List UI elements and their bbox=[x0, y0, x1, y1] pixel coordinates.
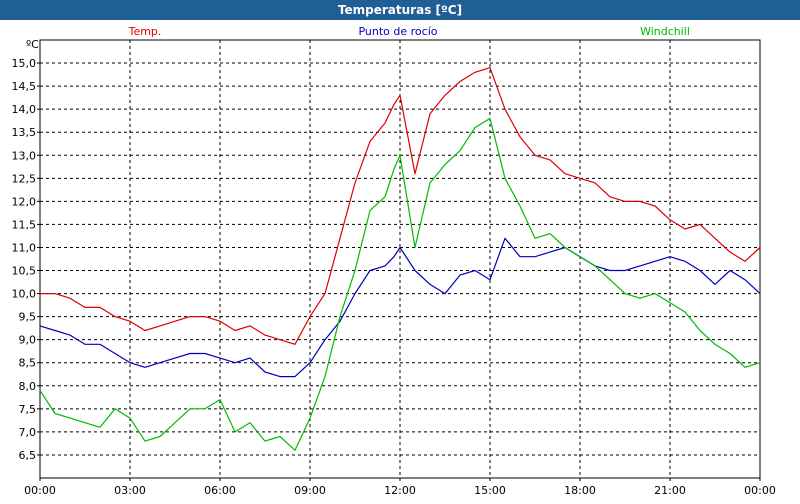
temperature-chart: 6,5 7,0 7,5 8,0 8,5 9,0 9,5 10,0 10,5 11,0 11,5 12,… bbox=[12, 25, 785, 504]
y-unit-label: ºC bbox=[26, 38, 39, 51]
x-tick-time: 00:00 bbox=[744, 484, 776, 497]
x-tick-time: 09:00 bbox=[294, 484, 326, 497]
y-tick-label: 14,5 bbox=[12, 80, 37, 93]
x-tick-time: 18:00 bbox=[564, 484, 596, 497]
window-title: Temperaturas [ºC] bbox=[0, 0, 800, 20]
y-tick-label: 6,5 bbox=[19, 449, 37, 462]
y-tick-label: 9,5 bbox=[19, 311, 37, 324]
x-tick-time: 21:00 bbox=[654, 484, 686, 497]
y-tick-label: 7,5 bbox=[19, 403, 37, 416]
y-tick-label: 8,5 bbox=[19, 357, 37, 370]
legend-entry-0: Temp. bbox=[128, 25, 162, 38]
x-tick-time: 06:00 bbox=[204, 484, 236, 497]
legend-entry-1: Punto de rocío bbox=[358, 25, 437, 38]
y-tick-label: 12,5 bbox=[12, 172, 37, 185]
y-tick-label: 11,0 bbox=[12, 241, 37, 254]
x-tick-time: 12:00 bbox=[384, 484, 416, 497]
legend-entry-2: Windchill bbox=[640, 25, 690, 38]
y-tick-label: 11,5 bbox=[12, 218, 37, 231]
y-tick-label: 10,0 bbox=[12, 288, 37, 301]
x-tick-time: 00:00 bbox=[24, 484, 56, 497]
legend: Temp. Punto de rocío Windchill bbox=[128, 25, 690, 38]
y-tick-label: 9,0 bbox=[19, 334, 37, 347]
y-tick-label: 15,0 bbox=[12, 57, 37, 70]
y-tick-label: 7,0 bbox=[19, 426, 37, 439]
y-tick-label: 13,0 bbox=[12, 149, 37, 162]
y-tick-label: 12,0 bbox=[12, 195, 37, 208]
y-tick-label: 14,0 bbox=[12, 103, 37, 116]
y-axis: 6,5 7,0 7,5 8,0 8,5 9,0 9,5 10,0 10,5 11,0 11,5 12,… bbox=[12, 57, 40, 462]
x-axis: 00:0009/03/2503:0009/03/2506:0009/03/250… bbox=[15, 478, 785, 504]
y-tick-label: 13,5 bbox=[12, 126, 37, 139]
y-tick-label: 10,5 bbox=[12, 265, 37, 278]
chart-panel: 6,5 7,0 7,5 8,0 8,5 9,0 9,5 10,0 10,5 11,0 11,5 12,… bbox=[0, 20, 800, 504]
x-tick-time: 15:00 bbox=[474, 484, 506, 497]
x-tick-time: 03:00 bbox=[114, 484, 146, 497]
y-tick-label: 8,0 bbox=[19, 380, 37, 393]
